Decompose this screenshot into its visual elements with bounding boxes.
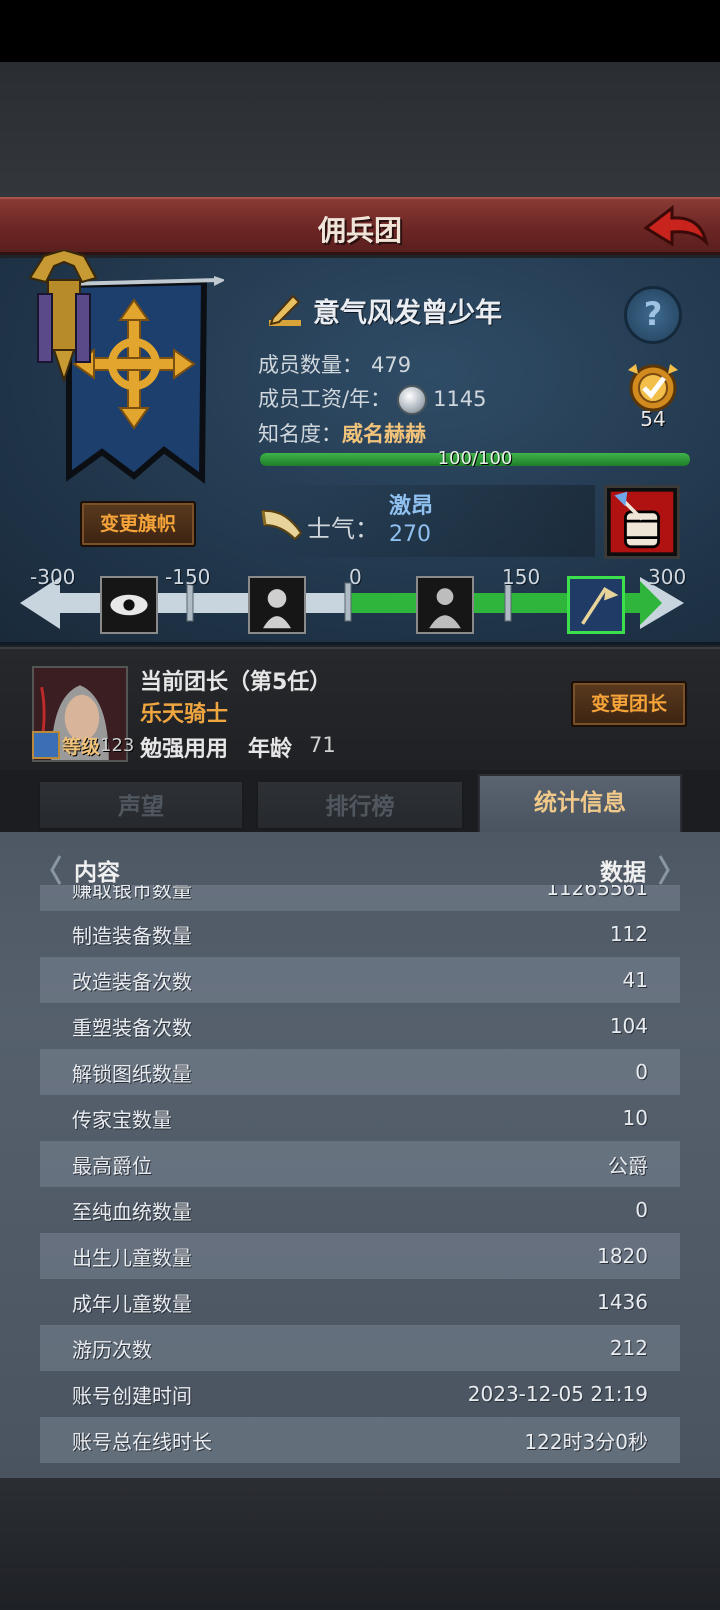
tab-reputation[interactable]: 声望 [38,780,244,830]
table-row: 账号创建时间 2023-12-05 21:19 [40,1371,680,1417]
table-row: 改造装备次数 41 [40,957,680,1003]
table-row: 至纯血统数量 0 [40,1187,680,1233]
stat-value: 212 [609,1336,648,1360]
stat-value: 41 [622,968,648,992]
morale-tick-label: -300 [30,565,76,589]
stat-value: 公爵 [608,1153,648,1178]
rank-number: 54 [640,407,666,431]
page-title: 佣兵团 [317,214,402,247]
fame-progress-text: 100/100 [437,448,513,469]
stat-value: 112 [609,922,648,946]
guild-banner-icon [28,250,224,484]
stat-name: 账号总在线时长 [72,1429,212,1454]
stat-value: 1436 [597,1290,648,1314]
stat-name: 传家宝数量 [72,1107,172,1132]
level-label: 等级 [62,735,101,758]
morale-calm-icon[interactable] [416,576,474,634]
stat-value: 122时3分0秒 [524,1429,648,1454]
column-content-header: 内容 [74,860,120,886]
stat-name: 成年儿童数量 [72,1291,192,1316]
table-row: 游历次数 212 [40,1325,680,1371]
stat-name: 最高爵位 [72,1153,152,1178]
fame-value: 威名赫赫 [342,422,426,446]
status-bar [0,0,720,62]
leader-age-label: 年龄 [248,737,293,762]
back-arrow-icon[interactable] [642,204,710,250]
stat-name: 制造装备数量 [72,923,192,948]
tab-statistics[interactable]: 统计信息 [478,774,682,832]
stat-value: 0 [635,1198,648,1222]
list-header-frame [50,855,670,885]
edit-icon[interactable] [265,290,305,330]
table-row: 制造装备数量 112 [40,911,680,957]
change-leader-button[interactable]: 变更团长 [571,681,687,727]
members-value: 479 [371,353,412,377]
stat-name: 改造装备次数 [72,969,192,994]
level-value: 123 [100,734,135,756]
leader-age: 71 [309,733,336,757]
morale-banner-icon[interactable] [567,576,625,634]
leader-name: 乐天骑士 [140,702,229,727]
table-row: 最高爵位 公爵 [40,1141,680,1187]
stat-name: 游历次数 [72,1337,152,1362]
guild-name-row: 意气风发曾少年 [265,288,502,332]
morale-fear-icon[interactable] [248,576,306,634]
title-bar: 佣兵团 [0,197,720,255]
stat-value: 104 [609,1014,648,1038]
members-line: 成员数量： 479 [258,349,411,379]
morale-tick-label: -150 [165,565,211,589]
morale-eye-icon[interactable] [100,576,158,634]
change-flag-button[interactable]: 变更旗帜 [80,501,196,547]
top-backdrop [0,62,720,197]
column-data-header: 数据 [600,860,646,886]
table-row: 重塑装备次数 104 [40,1003,680,1049]
guild-name: 意气风发曾少年 [313,297,502,329]
leader-trait: 勉强用用 [140,737,229,762]
barrel-axe-icon[interactable] [604,485,680,559]
leader-level: 等级 123 [32,730,134,760]
table-row: 出生儿童数量 1820 [40,1233,680,1279]
stat-value: 2023-12-05 21:19 [467,1382,648,1406]
stat-value: 11265561 [546,885,648,900]
stat-name: 至纯血统数量 [72,1199,192,1224]
members-label: 成员数量： [258,353,363,377]
tab-ranking[interactable]: 排行榜 [256,780,464,830]
fame-label: 知名度： [258,422,342,446]
leader-title: 当前团长（第5任） [140,670,332,695]
salary-value: 1145 [433,387,487,411]
table-row: 赚取银币数量 11265561 [40,885,680,911]
morale-tick-label: 0 [349,565,362,589]
morale-tick-label: 150 [502,565,541,589]
morale-label: 士气： [307,515,379,543]
salary-label: 成员工资/年： [258,387,392,411]
stat-name: 赚取银币数量 [72,885,192,902]
horn-icon [261,509,303,541]
fame-line: 知名度：威名赫赫 [258,418,426,448]
help-button[interactable]: ? [624,286,682,344]
stat-value: 0 [635,1060,648,1084]
stat-value: 1820 [597,1244,648,1268]
morale-tick-label: 300 [648,565,687,589]
stat-value: 10 [622,1106,648,1130]
silver-coin-icon [397,385,428,415]
table-row: 账号总在线时长 122时3分0秒 [40,1417,680,1463]
stat-name: 出生儿童数量 [72,1245,192,1270]
table-row: 解锁图纸数量 0 [40,1049,680,1095]
stats-list[interactable]: 赚取银币数量 11265561 制造装备数量 112 改造装备次数 41 重塑装备次数 104… [40,885,680,1478]
morale-value: 270 [389,522,431,547]
stat-name: 重塑装备次数 [72,1015,192,1040]
table-row: 成年儿童数量 1436 [40,1279,680,1325]
table-row: 传家宝数量 10 [40,1095,680,1141]
stat-name: 解锁图纸数量 [72,1061,192,1086]
stat-name: 账号创建时间 [72,1383,192,1408]
bottom-backdrop [0,1478,720,1610]
sword-icon [32,731,60,759]
salary-line: 成员工资/年： 1145 [258,383,487,415]
morale-state: 激昂 [389,494,434,519]
